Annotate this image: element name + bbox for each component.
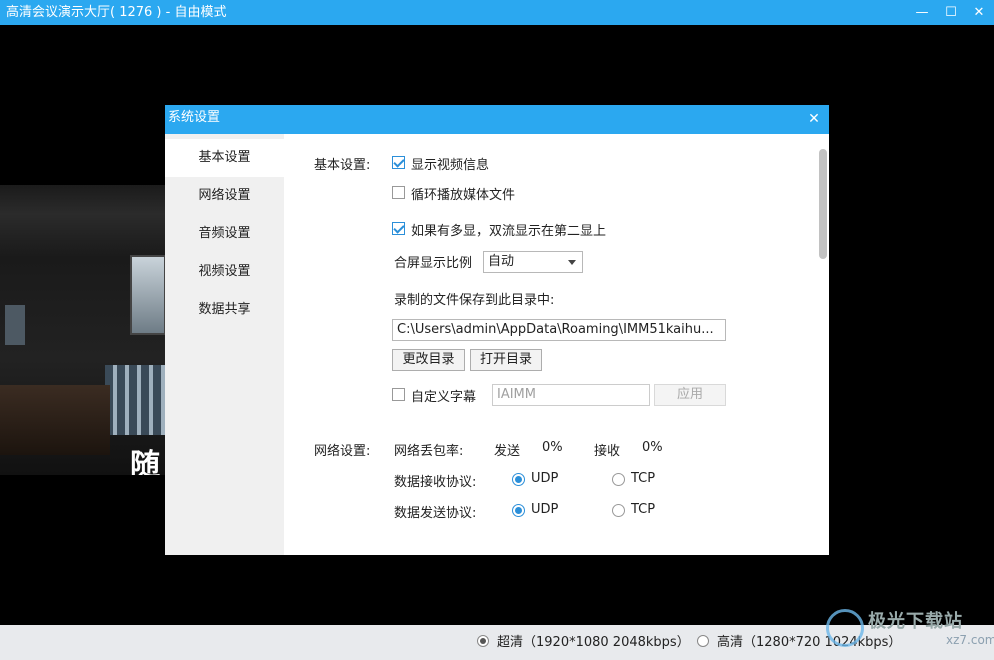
packet-loss-label: 网络丢包率: [394,444,464,459]
monitor-wall-image [105,365,165,435]
recv-tcp-radio[interactable] [612,473,625,486]
network-section-label: 网络设置: [314,444,371,459]
sidebar-item-audio[interactable]: 音频设置 [165,215,284,253]
quality-option-label: 超清（1920*1080 2048kbps） [497,635,690,650]
open-dir-button[interactable]: 打开目录 [470,349,542,371]
monitor-image [130,255,166,335]
send-udp-label: UDP [531,502,559,517]
scrollbar-thumb[interactable] [819,149,827,259]
send-label: 发送 [494,444,521,459]
dual-display-checkbox[interactable] [392,222,405,235]
settings-scrollbar[interactable] [816,134,829,555]
settings-panel: 基本设置: 显示视频信息 循环播放媒体文件 如果有多显，双流显示在第二显上 合屏… [284,134,829,555]
custom-caption-checkbox[interactable] [392,388,405,401]
show-video-info-label: 显示视频信息 [411,158,490,173]
show-video-info-checkbox[interactable] [392,156,405,169]
quality-option-uhd[interactable]: 超清（1920*1080 2048kbps） [477,625,690,660]
video-overlay-text: 随 [130,448,160,475]
send-protocol-label: 数据发送协议: [394,506,477,521]
aspect-ratio-label: 合屏显示比例 [394,256,473,271]
chevron-down-icon [568,260,576,265]
custom-caption-label: 自定义字幕 [411,390,477,405]
window-title: 高清会议演示大厅( 1276 ) - 自由模式 [6,5,227,20]
radio-icon[interactable] [477,635,489,647]
dialog-close-button[interactable]: ✕ [803,108,825,130]
settings-sidebar: 基本设置 网络设置 音频设置 视频设置 数据共享 [165,134,284,555]
aspect-ratio-value: 自动 [488,254,515,269]
loop-media-label: 循环播放媒体文件 [411,188,516,203]
radio-icon[interactable] [697,635,709,647]
caption-text-field[interactable]: IAIMM [492,384,650,406]
record-dir-label: 录制的文件保存到此目录中: [394,293,555,308]
basic-section-label: 基本设置: [314,158,371,173]
record-dir-field[interactable]: C:\Users\admin\AppData\Roaming\IMM51kaih… [392,319,726,341]
settings-dialog: 系统设置 ✕ 基本设置 网络设置 音频设置 视频设置 数据共享 基本设置: 显示… [165,105,829,555]
dialog-title: 系统设置 [168,110,221,125]
send-loss-value: 0% [542,440,563,455]
app-window: 高清会议演示大厅( 1276 ) - 自由模式 — ☐ ✕ 随 超清（1920*… [0,0,994,660]
recv-udp-radio[interactable] [512,473,525,486]
recv-label: 接收 [594,444,621,459]
aspect-ratio-select[interactable]: 自动 [483,251,583,273]
change-dir-button[interactable]: 更改目录 [392,349,465,371]
watermark: 极光下载站 xz7.com [826,605,994,657]
send-tcp-radio[interactable] [612,504,625,517]
watermark-subtext: xz7.com [946,633,994,647]
dialog-title-bar: 系统设置 ✕ [165,105,829,134]
apply-caption-button[interactable]: 应用 [654,384,726,406]
send-udp-radio[interactable] [512,504,525,517]
window-close-button[interactable]: ✕ [962,0,994,25]
sidebar-item-data-share[interactable]: 数据共享 [165,291,284,329]
monitor-image [5,305,25,345]
recv-loss-value: 0% [642,440,663,455]
recv-tcp-label: TCP [631,471,656,486]
sidebar-item-basic[interactable]: 基本设置 [165,139,284,177]
title-bar: 高清会议演示大厅( 1276 ) - 自由模式 — ☐ ✕ [0,0,994,25]
recv-udp-label: UDP [531,471,559,486]
sidebar-item-network[interactable]: 网络设置 [165,177,284,215]
watermark-text: 极光下载站 [868,611,963,632]
loop-media-checkbox[interactable] [392,186,405,199]
dual-display-label: 如果有多显，双流显示在第二显上 [411,224,607,239]
desk-image [0,385,110,455]
watermark-logo-icon [826,609,864,647]
video-frame-image: 随 [0,185,170,475]
sidebar-item-video[interactable]: 视频设置 [165,253,284,291]
recv-protocol-label: 数据接收协议: [394,475,477,490]
send-tcp-label: TCP [631,502,656,517]
